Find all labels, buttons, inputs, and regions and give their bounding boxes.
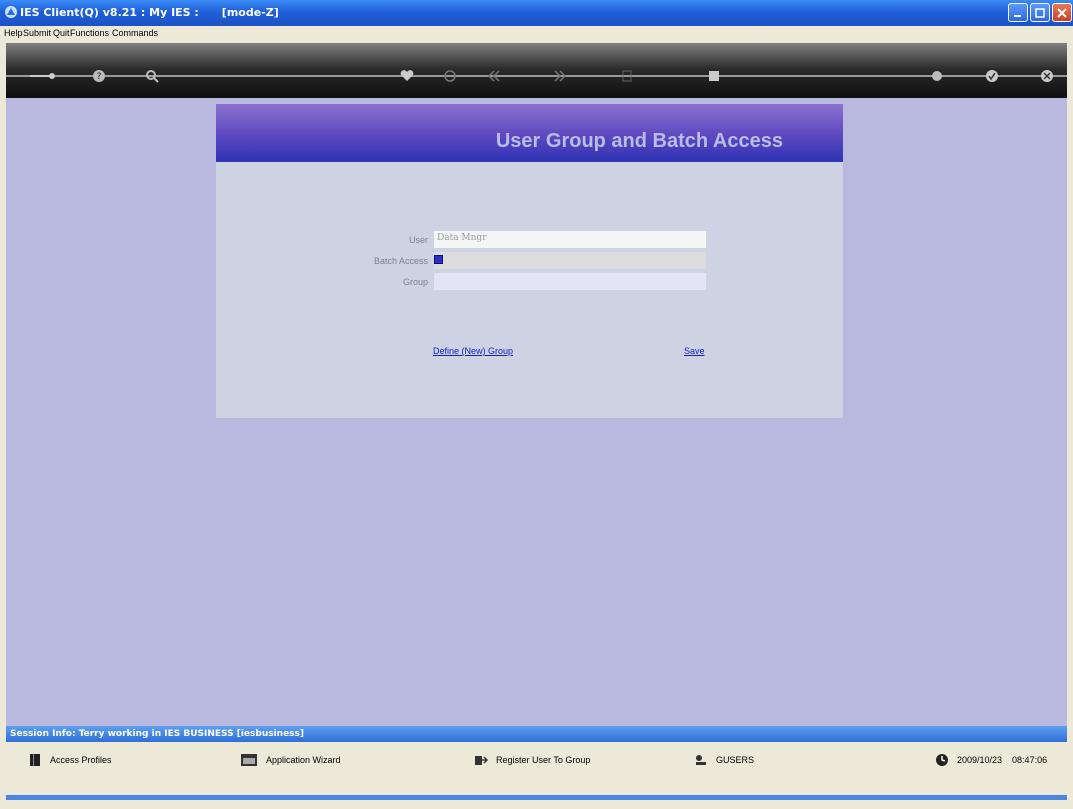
globe-icon[interactable] — [930, 69, 944, 83]
session-info: Session Info: Terry working in IES BUSIN… — [10, 729, 305, 739]
group-label: Group — [402, 277, 428, 287]
maximize-button[interactable] — [1030, 3, 1050, 22]
user-label: User — [408, 235, 428, 245]
user-field[interactable]: Data Mngr — [434, 231, 706, 248]
gusers-item[interactable]: GUSERS — [694, 752, 754, 768]
check-icon[interactable] — [985, 69, 999, 83]
access-profiles-label: Access Profiles — [50, 755, 112, 765]
minimize-button[interactable] — [1008, 3, 1028, 22]
batch-access-label: Batch Access — [373, 256, 428, 266]
clock-icon[interactable] — [443, 69, 457, 83]
register-user-label: Register User To Group — [496, 755, 591, 765]
rewind-icon[interactable] — [487, 69, 501, 83]
search-icon[interactable] — [145, 69, 159, 83]
window-icon — [240, 753, 258, 767]
footer — [6, 742, 1067, 795]
gusers-label: GUSERS — [716, 755, 755, 765]
menu-help[interactable]: Help — [4, 28, 23, 38]
menu-commands[interactable]: Commands — [112, 28, 158, 38]
define-new-group-link[interactable]: Define (New) Group — [433, 346, 513, 356]
application-wizard-item[interactable]: Application Wizard — [240, 752, 341, 768]
heart-icon[interactable] — [400, 69, 414, 83]
window-title: IES Client(Q) v8.21 : My IES : [mode-Z] — [20, 6, 279, 19]
footer-divider — [6, 795, 1067, 800]
maximize-icon — [1035, 7, 1045, 18]
menu-submit[interactable]: Submit — [23, 28, 51, 38]
key-icon[interactable] — [30, 69, 56, 83]
close-window-button[interactable] — [1052, 3, 1072, 22]
close-window-icon — [1057, 7, 1067, 18]
datetime-item: 2009/10/23 08:47:06 — [935, 752, 1047, 768]
forward-icon[interactable] — [553, 69, 567, 83]
toolbar — [6, 43, 1067, 98]
session-bar: Session Info: Terry working in IES BUSIN… — [6, 726, 1067, 742]
menu-bar: Help Submit Quit Functions Commands — [0, 26, 1073, 42]
date-label: 2009/10/23 — [957, 755, 1003, 765]
batch-access-checkbox[interactable] — [434, 255, 443, 264]
stop-icon[interactable] — [707, 69, 721, 83]
close-icon[interactable] — [1040, 69, 1054, 83]
minimize-icon — [1014, 14, 1021, 17]
book-icon — [28, 753, 42, 767]
toolbar-divider — [6, 75, 1067, 77]
menu-quit[interactable]: Quit — [53, 28, 70, 38]
app-logo-icon — [4, 5, 18, 19]
group-field[interactable] — [434, 273, 706, 290]
users-icon — [694, 753, 708, 767]
help-icon[interactable]: ? — [92, 69, 106, 83]
page-title: User Group and Batch Access — [495, 130, 783, 152]
batch-access-field[interactable] — [434, 252, 706, 269]
register-user-item[interactable]: Register User To Group — [474, 752, 590, 768]
time-label: 08:47:06 — [1012, 755, 1048, 765]
application-wizard-label: Application Wizard — [266, 755, 341, 765]
window-titlebar[interactable]: IES Client(Q) v8.21 : My IES : [mode-Z] — [0, 0, 1073, 26]
save-link[interactable]: Save — [684, 346, 705, 356]
insert-icon[interactable] — [620, 69, 634, 83]
clock-icon — [935, 753, 949, 767]
svg-text:?: ? — [97, 72, 102, 82]
register-arrow-icon — [474, 753, 488, 767]
access-profiles-item[interactable]: Access Profiles — [28, 752, 112, 768]
menu-functions[interactable]: Functions — [70, 28, 109, 38]
